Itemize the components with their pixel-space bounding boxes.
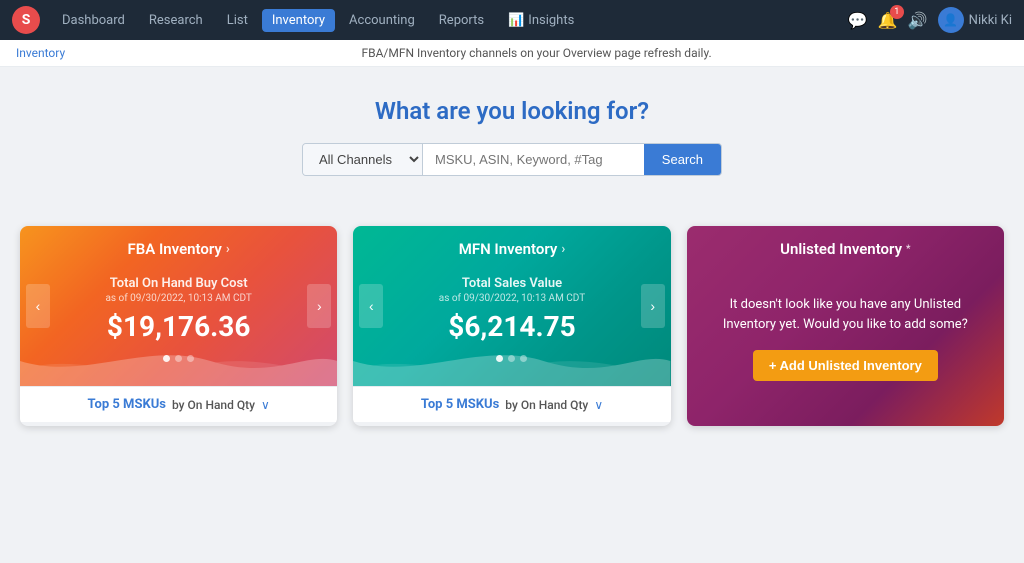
chart-icon: 📊 bbox=[508, 13, 524, 28]
mfn-card-top: ‹ MFN Inventory › Total Sales Value as o… bbox=[353, 226, 670, 386]
fba-card-title[interactable]: FBA Inventory › bbox=[127, 240, 229, 258]
sidebar-item-dashboard[interactable]: Dashboard bbox=[52, 9, 135, 32]
mfn-bottom-chevron-icon: ∨ bbox=[594, 398, 603, 412]
fba-metric-label: Total On Hand Buy Cost bbox=[110, 276, 248, 291]
cards-row: ‹ FBA Inventory › Total On Hand Buy Cost… bbox=[20, 226, 1004, 426]
fba-metric-value: $19,176.36 bbox=[107, 310, 251, 343]
sidebar-item-list[interactable]: List bbox=[217, 9, 258, 32]
mfn-bottom-sub: by On Hand Qty bbox=[505, 398, 588, 412]
volume-icon: 🔊 bbox=[908, 11, 928, 30]
mfn-card-bottom[interactable]: Top 5 MSKUs by On Hand Qty ∨ bbox=[353, 386, 670, 422]
subheader-notice: FBA/MFN Inventory channels on your Overv… bbox=[65, 46, 1008, 60]
nav-icons: 💬 🔔 1 🔊 👤 Nikki Ki bbox=[848, 7, 1012, 33]
mfn-wave bbox=[353, 341, 670, 386]
mfn-prev-button[interactable]: ‹ bbox=[359, 284, 383, 328]
unlisted-superscript: * bbox=[906, 244, 911, 255]
breadcrumb[interactable]: Inventory bbox=[16, 46, 65, 60]
chat-icon: 💬 bbox=[848, 11, 868, 30]
channel-select[interactable]: All Channels bbox=[303, 144, 423, 175]
avatar: 👤 bbox=[938, 7, 964, 33]
mfn-inventory-card: ‹ MFN Inventory › Total Sales Value as o… bbox=[353, 226, 670, 426]
sidebar-item-research[interactable]: Research bbox=[139, 9, 213, 32]
search-button[interactable]: Search bbox=[644, 144, 721, 175]
fba-bottom-label: Top 5 MSKUs bbox=[88, 397, 166, 412]
navbar: S Dashboard Research List Inventory Acco… bbox=[0, 0, 1024, 40]
unlisted-card-title: Unlisted Inventory * bbox=[780, 240, 910, 258]
sidebar-item-inventory[interactable]: Inventory bbox=[262, 9, 335, 32]
mfn-metric-date: as of 09/30/2022, 10:13 AM CDT bbox=[439, 293, 585, 304]
sidebar-item-accounting[interactable]: Accounting bbox=[339, 9, 425, 32]
fba-metric-date: as of 09/30/2022, 10:13 AM CDT bbox=[105, 293, 251, 304]
sidebar-item-reports[interactable]: Reports bbox=[429, 9, 494, 32]
nav-logo: S bbox=[12, 6, 40, 34]
fba-card-bottom[interactable]: Top 5 MSKUs by On Hand Qty ∨ bbox=[20, 386, 337, 422]
user-name: Nikki Ki bbox=[969, 13, 1012, 28]
search-bar: All Channels Search bbox=[302, 143, 722, 176]
user-icon: 👤 bbox=[943, 13, 958, 27]
mfn-metric-value: $6,214.75 bbox=[448, 310, 575, 343]
fba-next-button[interactable]: › bbox=[307, 284, 331, 328]
volume-button[interactable]: 🔊 bbox=[908, 11, 928, 30]
unlisted-card-top: Unlisted Inventory * It doesn't look lik… bbox=[687, 226, 1004, 426]
fba-wave bbox=[20, 341, 337, 386]
fba-inventory-card: ‹ FBA Inventory › Total On Hand Buy Cost… bbox=[20, 226, 337, 426]
mfn-card-title[interactable]: MFN Inventory › bbox=[459, 240, 566, 258]
notification-button[interactable]: 🔔 1 bbox=[878, 11, 898, 30]
mfn-bottom-label: Top 5 MSKUs bbox=[421, 397, 499, 412]
fba-card-top: ‹ FBA Inventory › Total On Hand Buy Cost… bbox=[20, 226, 337, 386]
fba-title-chevron-icon: › bbox=[226, 242, 230, 257]
chat-icon-button[interactable]: 💬 bbox=[848, 11, 868, 30]
fba-bottom-sub: by On Hand Qty bbox=[172, 398, 255, 412]
unlisted-inventory-card: Unlisted Inventory * It doesn't look lik… bbox=[687, 226, 1004, 426]
mfn-metric-label: Total Sales Value bbox=[462, 276, 562, 291]
search-heading: What are you looking for? bbox=[375, 97, 649, 125]
user-menu[interactable]: 👤 Nikki Ki bbox=[938, 7, 1012, 33]
notification-badge: 1 bbox=[890, 5, 904, 19]
subheader: Inventory FBA/MFN Inventory channels on … bbox=[0, 40, 1024, 67]
mfn-title-chevron-icon: › bbox=[561, 242, 565, 257]
sidebar-item-insights[interactable]: 📊 Insights bbox=[498, 9, 584, 32]
fba-bottom-chevron-icon: ∨ bbox=[261, 398, 270, 412]
unlisted-body: It doesn't look like you have any Unlist… bbox=[703, 270, 988, 406]
unlisted-description: It doesn't look like you have any Unlist… bbox=[723, 295, 968, 334]
add-unlisted-inventory-button[interactable]: + Add Unlisted Inventory bbox=[753, 350, 938, 381]
search-input[interactable] bbox=[423, 144, 644, 175]
mfn-next-button[interactable]: › bbox=[641, 284, 665, 328]
main-content: What are you looking for? All Channels S… bbox=[0, 67, 1024, 446]
fba-prev-button[interactable]: ‹ bbox=[26, 284, 50, 328]
